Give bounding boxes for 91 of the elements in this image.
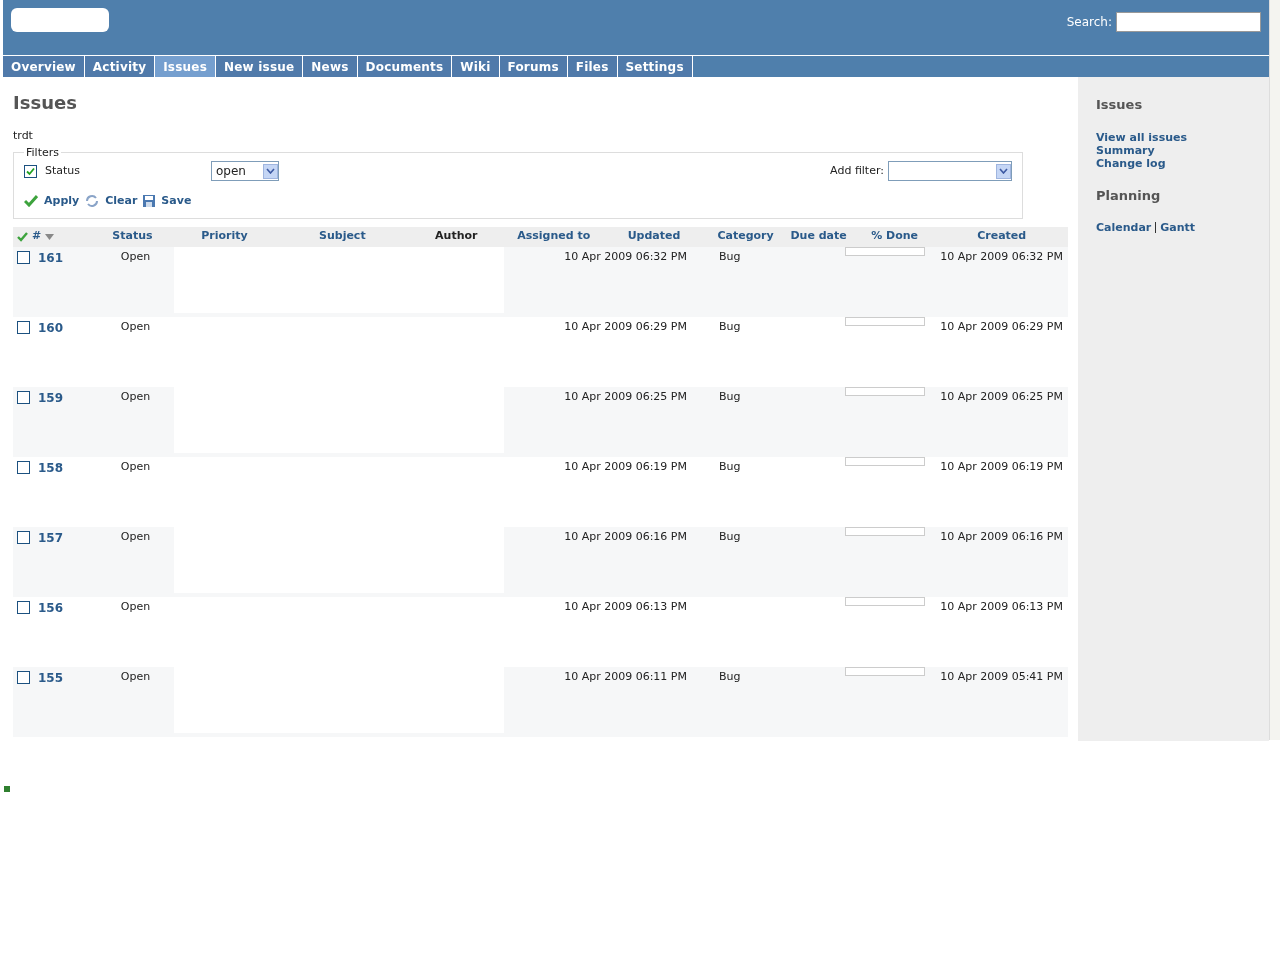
checkmark-icon[interactable] xyxy=(17,231,28,242)
updated-text: 10 Apr 2009 06:25 PM xyxy=(564,389,687,403)
filters-legend: Filters xyxy=(24,144,61,161)
column-header-link[interactable]: Category xyxy=(717,228,774,245)
column-header: Author xyxy=(435,228,478,245)
status-text: Open xyxy=(120,459,151,473)
column-header-link[interactable]: Updated xyxy=(627,228,681,245)
category-text: Bug xyxy=(719,389,741,403)
updated-text: 10 Apr 2009 06:32 PM xyxy=(564,249,687,263)
status-text: Open xyxy=(120,669,151,683)
tab[interactable]: Forums xyxy=(499,56,568,77)
search-field[interactable] xyxy=(1116,12,1261,32)
column-header-link[interactable]: Created xyxy=(977,228,1027,245)
sidebar-link[interactable]: View all issues xyxy=(1096,130,1188,144)
tab[interactable]: Activity xyxy=(84,56,156,77)
sort-arrow-icon[interactable] xyxy=(45,233,55,240)
column-header-link[interactable]: Assigned to xyxy=(517,228,591,245)
sidebar-heading: Planning xyxy=(1096,186,1162,205)
column-header-link[interactable]: Subject xyxy=(319,228,366,245)
issue-id-link[interactable]: 161 xyxy=(38,248,64,267)
issue-id-link[interactable]: 155 xyxy=(38,668,64,687)
add-filter-select[interactable] xyxy=(888,161,1012,181)
tab[interactable]: Wiki xyxy=(452,56,500,77)
page-title: Issues xyxy=(13,91,78,115)
category-text: Bug xyxy=(719,249,741,263)
tab[interactable]: News xyxy=(303,56,358,77)
updated-text: 10 Apr 2009 06:19 PM xyxy=(564,459,687,473)
tab[interactable]: Documents xyxy=(357,56,453,77)
category-text: Bug xyxy=(719,459,741,473)
created-text: 10 Apr 2009 06:25 PM xyxy=(940,389,1063,403)
status-text: Open xyxy=(120,319,151,333)
created-text: 10 Apr 2009 06:16 PM xyxy=(940,529,1063,543)
issue-row[interactable]: 155 Open 10 Apr 2009 06:11 PM Bug 10 Apr 2009 05:41 PM xyxy=(13,666,1068,737)
issue-row[interactable]: 161 Open 10 Apr 2009 06:32 PM Bug 10 Apr 2009 06:32 PM xyxy=(13,246,1068,317)
issue-id-link[interactable]: 159 xyxy=(38,388,64,407)
checkbox[interactable] xyxy=(17,251,30,264)
status-text: Open xyxy=(120,599,151,613)
sidebar-link[interactable]: Change log xyxy=(1096,156,1166,170)
tab[interactable]: Settings xyxy=(617,56,693,77)
column-header-link[interactable]: % Done xyxy=(871,228,918,245)
category-text: Bug xyxy=(719,529,741,543)
column-header-link[interactable]: Priority xyxy=(201,228,248,245)
status-text: Open xyxy=(120,249,151,263)
column-header-link[interactable]: # xyxy=(32,228,42,245)
updated-text: 10 Apr 2009 06:11 PM xyxy=(564,669,687,683)
issue-row[interactable]: 159 Open 10 Apr 2009 06:25 PM Bug 10 Apr 2009 06:25 PM xyxy=(13,386,1068,457)
save-link[interactable]: Save xyxy=(161,193,192,210)
created-text: 10 Apr 2009 05:41 PM xyxy=(940,669,1063,683)
square-icon xyxy=(4,786,10,792)
checkbox[interactable] xyxy=(17,601,30,614)
tab[interactable]: Files xyxy=(567,56,618,77)
category-text: Bug xyxy=(719,319,741,333)
tab[interactable]: Overview xyxy=(3,56,85,77)
issue-id-link[interactable]: 157 xyxy=(38,528,64,547)
search-label: Search: xyxy=(1066,14,1112,31)
checkbox[interactable] xyxy=(17,461,30,474)
add-filter-label: Add filter: xyxy=(830,162,884,179)
updated-text: 10 Apr 2009 06:13 PM xyxy=(564,599,687,613)
issue-id-link[interactable]: 158 xyxy=(38,458,64,477)
status-select[interactable]: open xyxy=(211,161,279,181)
column-header-link[interactable]: Status xyxy=(112,228,153,245)
checkmark-icon xyxy=(24,195,38,208)
query-name: trdt xyxy=(13,128,34,144)
checkbox[interactable] xyxy=(24,164,37,178)
created-text: 10 Apr 2009 06:13 PM xyxy=(940,599,1063,613)
issue-id-link[interactable]: 156 xyxy=(38,598,64,617)
created-text: 10 Apr 2009 06:32 PM xyxy=(940,249,1063,263)
refresh-icon xyxy=(85,194,100,209)
sidebar-link[interactable]: Calendar xyxy=(1096,221,1152,234)
checkbox[interactable] xyxy=(17,671,30,684)
created-text: 10 Apr 2009 06:19 PM xyxy=(940,459,1063,473)
status-text: Open xyxy=(120,389,151,403)
category-text: Bug xyxy=(719,669,741,683)
issue-row[interactable]: 157 Open 10 Apr 2009 06:16 PM Bug 10 Apr 2009 06:16 PM xyxy=(13,526,1068,597)
updated-text: 10 Apr 2009 06:29 PM xyxy=(564,319,687,333)
tab[interactable]: New issue xyxy=(216,56,304,77)
checkbox[interactable] xyxy=(17,531,30,544)
checkbox[interactable] xyxy=(17,321,30,334)
logo-icon xyxy=(11,8,109,32)
checkbox[interactable] xyxy=(17,391,30,404)
filter-label: Status xyxy=(45,162,82,179)
updated-text: 10 Apr 2009 06:16 PM xyxy=(564,529,687,543)
apply-link[interactable]: Apply xyxy=(44,193,80,210)
clear-link[interactable]: Clear xyxy=(105,193,138,210)
sidebar-link[interactable]: Summary xyxy=(1096,143,1155,157)
status-text: Open xyxy=(120,529,151,543)
issue-id-link[interactable]: 160 xyxy=(38,318,64,337)
sidebar-heading: Issues xyxy=(1096,96,1144,114)
sidebar-link[interactable]: Gantt xyxy=(1160,221,1196,234)
column-header-link[interactable]: Due date xyxy=(790,228,847,245)
created-text: 10 Apr 2009 06:29 PM xyxy=(940,319,1063,333)
